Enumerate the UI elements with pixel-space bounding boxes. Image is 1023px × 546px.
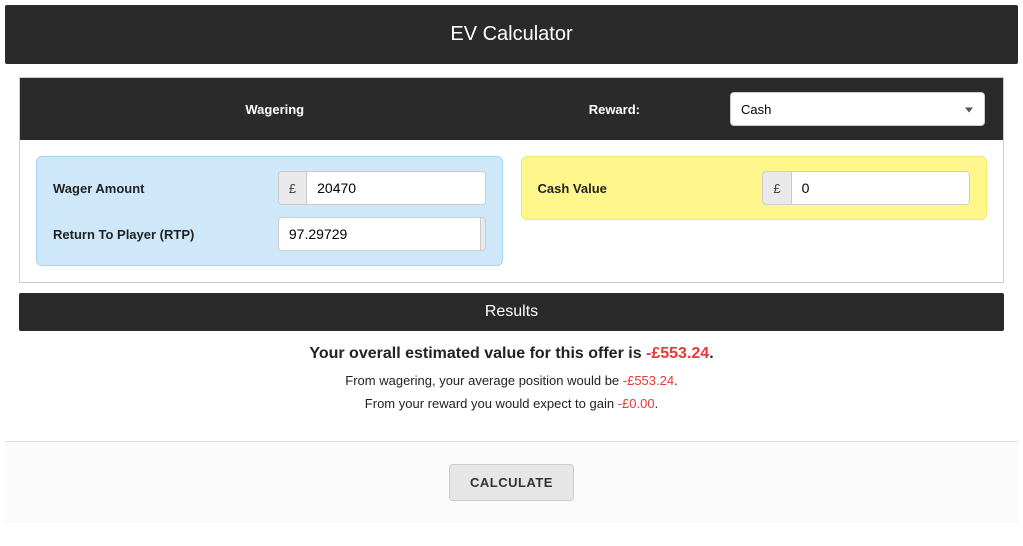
currency-prefix: £ bbox=[279, 172, 307, 204]
results-reward-line: From your reward you would expect to gai… bbox=[19, 396, 1004, 411]
percent-suffix: % bbox=[480, 218, 486, 250]
wagering-panel: Wager Amount £ Return To Player (RTP) % bbox=[36, 156, 503, 266]
rtp-input[interactable] bbox=[279, 218, 480, 250]
results-main-value: -£553.24 bbox=[646, 345, 709, 362]
cash-value-label: Cash Value bbox=[538, 181, 763, 196]
footer: CALCULATE bbox=[5, 441, 1018, 523]
calculate-button[interactable]: CALCULATE bbox=[449, 464, 574, 501]
currency-prefix: £ bbox=[763, 172, 791, 204]
results-main-line: Your overall estimated value for this of… bbox=[19, 345, 1004, 363]
results-wagering-value: -£553.24 bbox=[623, 373, 674, 388]
main-panel: Wagering Reward: Cash Wager Amount £ Ret… bbox=[19, 77, 1004, 283]
results-reward-value: -£0.00 bbox=[618, 396, 655, 411]
wagering-heading: Wagering bbox=[38, 102, 512, 117]
results-section: Results Your overall estimated value for… bbox=[19, 293, 1004, 435]
results-wagering-line: From wagering, your average position wou… bbox=[19, 373, 1004, 388]
reward-select[interactable]: Cash bbox=[730, 92, 985, 126]
wager-amount-label: Wager Amount bbox=[53, 181, 278, 196]
rtp-label: Return To Player (RTP) bbox=[53, 227, 278, 242]
cash-value-input[interactable] bbox=[792, 172, 970, 204]
page-title: EV Calculator bbox=[5, 5, 1018, 64]
results-heading: Results bbox=[19, 293, 1004, 331]
reward-heading: Reward: bbox=[589, 102, 640, 117]
sub-header: Wagering Reward: Cash bbox=[20, 78, 1003, 140]
reward-panel: Cash Value £ bbox=[521, 156, 988, 220]
wager-amount-input[interactable] bbox=[307, 172, 485, 204]
